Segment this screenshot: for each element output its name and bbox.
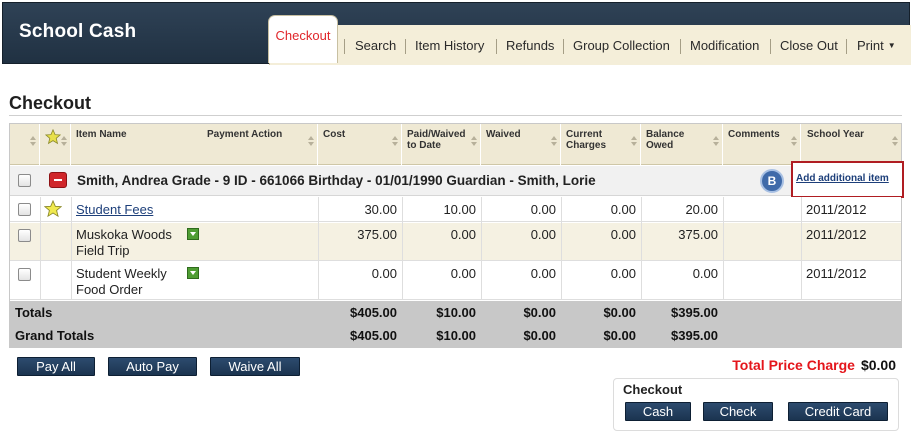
header-payment-action-label: Payment Action — [207, 129, 283, 140]
cash-button[interactable]: Cash — [625, 402, 691, 421]
paid-value: 0.00 — [450, 266, 476, 281]
school-year-value: 2011/2012 — [806, 202, 867, 217]
item-name: Muskoka Woods Field Trip — [76, 227, 172, 258]
tab-checkout[interactable]: Checkout — [268, 15, 338, 63]
header-current-charges[interactable]: Current Charges — [561, 124, 641, 165]
header-cost[interactable]: Cost — [318, 124, 402, 165]
waived-value: 0.00 — [530, 266, 556, 281]
table-row: Muskoka Woods Field Trip 375.00 0.00 0.0… — [10, 223, 901, 261]
row-select-checkbox[interactable] — [18, 229, 31, 242]
totals-cost: $405.00 — [350, 305, 397, 320]
tab-modification[interactable]: Modification — [690, 38, 759, 53]
totals-paid: $10.00 — [436, 305, 476, 320]
table-row: Student Fees 30.00 10.00 0.00 0.00 20.00… — [10, 197, 901, 222]
header-cost-label: Cost — [323, 129, 346, 140]
star-icon — [45, 129, 61, 145]
school-year-value: 2011/2012 — [806, 266, 867, 281]
header-waived-label: Waived — [486, 129, 521, 140]
total-price-charge: Total Price Charge $0.00 — [732, 357, 896, 373]
grand-totals-current: $0.00 — [603, 328, 636, 343]
header-item-name[interactable]: Item Name Payment Action — [71, 124, 318, 165]
student-group-row: Smith, Andrea Grade - 9 ID - 661066 Birt… — [10, 161, 904, 198]
balance-value: 20.00 — [685, 202, 718, 217]
row-select-checkbox[interactable] — [18, 268, 31, 281]
tab-checkout-label: Checkout — [275, 28, 331, 43]
current-charges-value: 0.00 — [610, 227, 636, 242]
download-arrow-icon[interactable] — [187, 228, 199, 240]
waived-value: 0.00 — [530, 202, 556, 217]
table-header: Item Name Payment Action Cost Paid/Waive… — [10, 124, 901, 165]
paid-value: 10.00 — [443, 202, 476, 217]
grand-totals-label: Grand Totals — [15, 328, 95, 343]
header-balance-owed-label: Balance Owed — [646, 129, 685, 151]
current-charges-value: 0.00 — [610, 202, 636, 217]
balance-value: 375.00 — [678, 227, 718, 242]
checkout-panel: Checkout Cash Check Credit Card — [613, 378, 899, 431]
page-title: Checkout — [9, 93, 92, 113]
header-paid-waived-label: Paid/Waived to Date — [407, 129, 466, 151]
waive-all-button[interactable]: Waive All — [210, 357, 300, 376]
balance-badge[interactable]: B — [760, 169, 784, 193]
tab-search[interactable]: Search — [355, 38, 396, 53]
app-title: School Cash — [19, 21, 137, 42]
header-comments[interactable]: Comments — [723, 124, 801, 165]
totals-balance: $395.00 — [671, 305, 718, 320]
school-year-value: 2011/2012 — [806, 227, 867, 242]
grand-totals-balance: $395.00 — [671, 328, 718, 343]
item-name-link[interactable]: Student Fees — [76, 202, 153, 217]
student-info: Smith, Andrea Grade - 9 ID - 661066 Birt… — [77, 173, 596, 188]
paid-value: 0.00 — [450, 227, 476, 242]
total-price-charge-value: $0.00 — [860, 357, 896, 373]
table-row: Student Weekly Food Order 0.00 0.00 0.00… — [10, 262, 901, 300]
totals-waived: $0.00 — [523, 305, 556, 320]
header-school-year-label: School Year — [807, 129, 865, 140]
header-favorite-col[interactable] — [40, 124, 71, 165]
totals-section: Totals $405.00 $10.00 $0.00 $0.00 $395.0… — [10, 301, 901, 347]
add-item-highlight: Add additional item — [791, 161, 904, 198]
collapse-minus-icon[interactable] — [49, 172, 67, 188]
tab-print-label: Print — [857, 38, 884, 53]
header-comments-label: Comments — [728, 129, 780, 140]
checkout-table: Item Name Payment Action Cost Paid/Waive… — [9, 123, 904, 348]
waived-value: 0.00 — [530, 227, 556, 242]
item-name: Student Weekly Food Order — [76, 266, 167, 297]
tab-refunds[interactable]: Refunds — [506, 38, 554, 53]
tab-group-collection[interactable]: Group Collection — [573, 38, 670, 53]
current-charges-value: 0.00 — [610, 266, 636, 281]
tab-item-history[interactable]: Item History — [415, 38, 484, 53]
pay-all-button[interactable]: Pay All — [17, 357, 95, 376]
grand-totals-paid: $10.00 — [436, 328, 476, 343]
grand-totals-waived: $0.00 — [523, 328, 556, 343]
cost-value: 30.00 — [364, 202, 397, 217]
tab-bar: Search Item History Refunds Group Collec… — [269, 25, 911, 65]
header-select-col[interactable] — [10, 124, 40, 165]
cost-value: 375.00 — [357, 227, 397, 242]
add-additional-item-link[interactable]: Add additional item — [796, 173, 889, 184]
title-divider — [9, 115, 902, 116]
totals-current: $0.00 — [603, 305, 636, 320]
student-select-checkbox[interactable] — [18, 174, 31, 187]
header-item-name-label: Item Name — [76, 129, 127, 140]
grand-totals-cost: $405.00 — [350, 328, 397, 343]
header-paid-waived[interactable]: Paid/Waived to Date — [402, 124, 481, 165]
total-price-charge-label: Total Price Charge — [732, 357, 855, 373]
header-school-year[interactable]: School Year — [801, 124, 901, 165]
auto-pay-button[interactable]: Auto Pay — [108, 357, 197, 376]
header-waived[interactable]: Waived — [481, 124, 561, 165]
check-button[interactable]: Check — [703, 402, 773, 421]
download-arrow-icon[interactable] — [187, 267, 199, 279]
star-icon[interactable] — [44, 200, 62, 218]
cost-value: 0.00 — [371, 266, 397, 281]
chevron-down-icon: ▼ — [887, 41, 896, 50]
totals-label: Totals — [15, 305, 53, 320]
row-select-checkbox[interactable] — [18, 203, 31, 216]
tab-print[interactable]: Print ▼ — [857, 38, 896, 53]
header-balance-owed[interactable]: Balance Owed — [641, 124, 723, 165]
checkout-panel-title: Checkout — [623, 382, 683, 397]
app-header: School Cash Search Item History Refunds … — [2, 2, 911, 65]
tab-close-out[interactable]: Close Out — [780, 38, 838, 53]
header-current-charges-label: Current Charges — [566, 129, 607, 151]
credit-card-button[interactable]: Credit Card — [788, 402, 888, 421]
balance-value: 0.00 — [692, 266, 718, 281]
